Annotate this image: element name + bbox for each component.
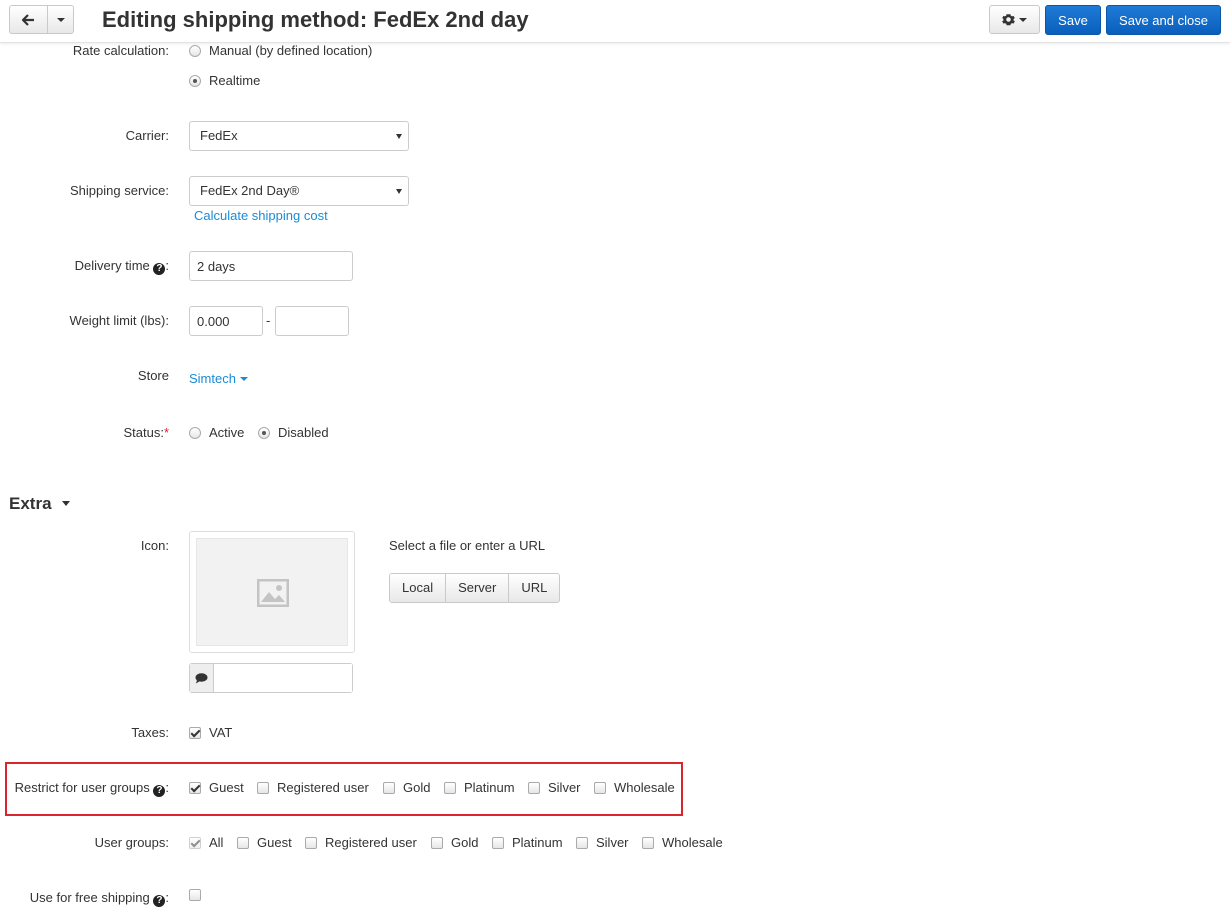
restrict-wholesale-checkbox[interactable]	[594, 782, 606, 794]
caret-down-icon	[62, 501, 71, 506]
rate-manual-label: Manual (by defined location)	[209, 43, 373, 58]
carrier-value: FedEx	[200, 128, 238, 143]
shipping-service-select[interactable]: FedEx 2nd Day®	[189, 176, 409, 206]
restrict-guest-checkbox[interactable]	[189, 782, 201, 794]
status-label: Status:	[123, 425, 164, 440]
shipping-service-value: FedEx 2nd Day®	[200, 183, 300, 198]
store-label: Store	[137, 368, 169, 383]
caret-down-icon	[1019, 17, 1027, 22]
back-button[interactable]	[9, 5, 48, 34]
icon-preview-area	[196, 538, 348, 646]
calculate-shipping-cost-link[interactable]: Calculate shipping cost	[194, 208, 328, 223]
status-label-row: Status:*	[123, 425, 169, 440]
user-group-gold-label: Gold	[451, 835, 479, 850]
free-shipping-label: Use for free shipping	[29, 890, 150, 905]
user-group-platinum-checkbox[interactable]	[492, 837, 504, 849]
status-disabled-radio[interactable]	[258, 427, 270, 439]
tax-vat-label: VAT	[209, 725, 233, 740]
icon-alt-text-group	[189, 663, 353, 693]
page-title: Editing shipping method: FedEx 2nd day	[102, 7, 529, 32]
user-group-guest-label: Guest	[257, 835, 292, 850]
restrict-registered-label: Registered user	[277, 780, 369, 795]
carrier-select[interactable]: FedEx	[189, 121, 409, 151]
shipping-service-label: Shipping service:	[70, 183, 169, 198]
weight-min-input[interactable]	[189, 306, 263, 336]
status-disabled-label: Disabled	[278, 425, 329, 440]
back-dropdown-button[interactable]	[47, 5, 74, 34]
save-button[interactable]: Save	[1045, 5, 1101, 35]
user-group-silver-label: Silver	[596, 835, 629, 850]
server-file-button[interactable]: Server	[446, 574, 510, 602]
restrict-groups-label-row: Restrict for user groups ?:	[14, 780, 169, 797]
caret-down-icon	[56, 17, 65, 22]
extra-section-title: Extra	[9, 494, 52, 513]
caret-down-icon	[239, 377, 248, 381]
icon-label: Icon:	[140, 538, 169, 553]
delivery-time-input[interactable]	[189, 251, 353, 281]
restrict-gold-checkbox[interactable]	[383, 782, 395, 794]
restrict-registered-checkbox[interactable]	[257, 782, 269, 794]
image-placeholder-icon	[257, 579, 289, 607]
chevron-down-icon	[396, 134, 402, 139]
settings-dropdown-button[interactable]	[989, 5, 1040, 34]
user-group-all-checkbox[interactable]	[189, 837, 201, 849]
user-group-silver-checkbox[interactable]	[576, 837, 588, 849]
comment-icon	[195, 672, 208, 683]
carrier-label: Carrier:	[125, 128, 169, 143]
help-icon[interactable]: ?	[153, 263, 166, 275]
arrow-left-icon	[22, 13, 34, 26]
user-group-registered-label: Registered user	[325, 835, 417, 850]
restrict-gold-label: Gold	[403, 780, 431, 795]
user-group-wholesale-checkbox[interactable]	[642, 837, 654, 849]
status-active-radio[interactable]	[189, 427, 201, 439]
help-icon[interactable]: ?	[153, 785, 166, 797]
gear-icon	[1002, 14, 1015, 26]
delivery-time-label-row: Delivery time ?:	[74, 258, 169, 275]
user-groups-label: User groups:	[94, 835, 169, 850]
user-group-guest-checkbox[interactable]	[237, 837, 249, 849]
restrict-groups-label: Restrict for user groups	[14, 780, 150, 795]
comment-addon	[190, 664, 214, 692]
rate-calculation-label: Rate calculation:	[72, 43, 169, 58]
restrict-wholesale-label: Wholesale	[614, 780, 675, 795]
restrict-platinum-checkbox[interactable]	[444, 782, 456, 794]
page-header: Editing shipping method: FedEx 2nd day S…	[0, 0, 1230, 43]
rate-realtime-label: Realtime	[209, 73, 261, 88]
restrict-silver-label: Silver	[548, 780, 581, 795]
help-icon[interactable]: ?	[153, 895, 166, 907]
store-value: Simtech	[189, 371, 236, 386]
user-group-all-label: All	[209, 835, 224, 850]
free-shipping-label-row: Use for free shipping ?:	[29, 890, 169, 907]
delivery-time-label: Delivery time	[74, 258, 150, 273]
required-mark: *	[163, 425, 169, 440]
restrict-silver-checkbox[interactable]	[528, 782, 540, 794]
file-prompt: Select a file or enter a URL	[389, 538, 546, 553]
file-source-buttons: Local Server URL	[389, 573, 561, 603]
chevron-down-icon	[396, 189, 402, 194]
icon-preview	[189, 531, 355, 653]
icon-alt-text-input[interactable]	[215, 664, 352, 692]
url-file-button[interactable]: URL	[509, 574, 560, 602]
local-file-button[interactable]: Local	[390, 574, 447, 602]
user-group-platinum-label: Platinum	[512, 835, 563, 850]
restrict-guest-label: Guest	[209, 780, 244, 795]
taxes-label: Taxes:	[131, 725, 169, 740]
weight-separator: -	[266, 313, 271, 328]
weight-limit-label: Weight limit (lbs):	[69, 313, 169, 328]
save-and-close-button[interactable]: Save and close	[1106, 5, 1221, 35]
rate-manual-radio[interactable]	[189, 45, 201, 57]
rate-realtime-radio[interactable]	[189, 75, 201, 87]
weight-max-input[interactable]	[275, 306, 349, 336]
store-dropdown[interactable]: Simtech	[189, 371, 248, 386]
status-active-label: Active	[209, 425, 245, 440]
user-group-registered-checkbox[interactable]	[305, 837, 317, 849]
free-shipping-checkbox[interactable]	[189, 889, 201, 901]
user-group-wholesale-label: Wholesale	[662, 835, 723, 850]
tax-vat-checkbox[interactable]	[189, 727, 201, 739]
restrict-platinum-label: Platinum	[464, 780, 515, 795]
extra-section-toggle[interactable]: Extra	[9, 494, 71, 514]
user-group-gold-checkbox[interactable]	[431, 837, 443, 849]
